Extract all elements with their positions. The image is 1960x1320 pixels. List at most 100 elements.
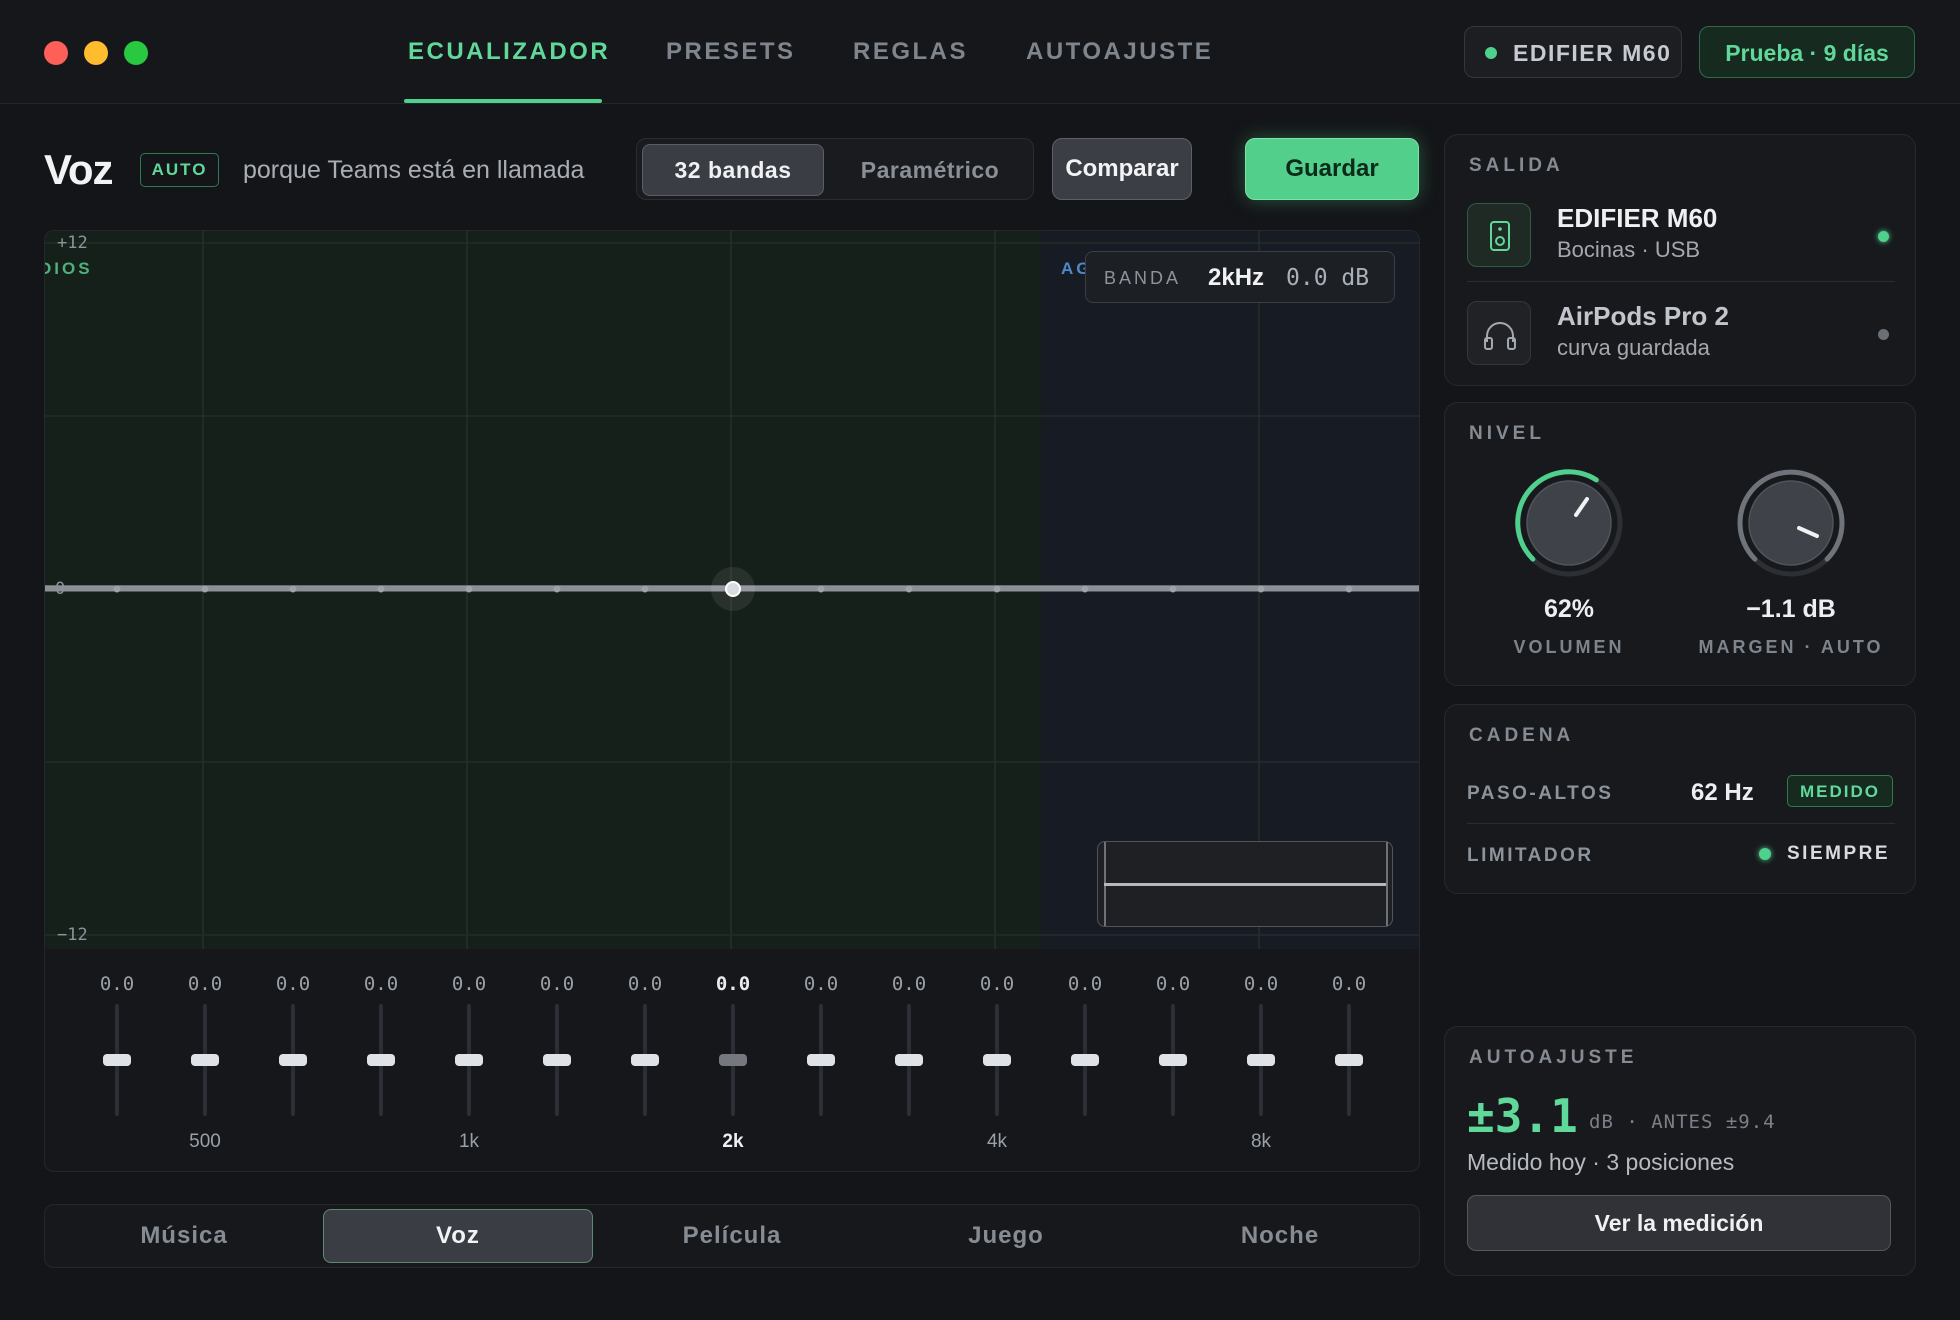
band-slider-thumb[interactable] [455, 1054, 483, 1066]
output-device-sub: curva guardada [1557, 335, 1710, 360]
band-slider[interactable]: 0.0 [1319, 949, 1379, 1171]
band-slider[interactable]: 0.0 [1143, 949, 1203, 1171]
band-slider-thumb[interactable] [191, 1054, 219, 1066]
band-slider[interactable]: 0.0 [615, 949, 675, 1171]
highpass-value[interactable]: 62 Hz [1691, 779, 1754, 807]
band-gain-value: 0.0 [715, 973, 751, 995]
band-slider[interactable]: 0.0 [527, 949, 587, 1171]
mode-parametric-button[interactable]: Paramétrico [832, 144, 1028, 196]
band-gain-value: 0.0 [1243, 973, 1279, 995]
volume-knob [1515, 469, 1623, 577]
band-slider[interactable]: 0.0 8k [1231, 949, 1291, 1171]
band-slider[interactable]: 0.0 4k [967, 949, 1027, 1171]
band-slider[interactable]: 0.0 [791, 949, 851, 1171]
maximize-window-button[interactable] [124, 41, 148, 65]
margin-knob [1737, 469, 1845, 577]
limiter-label: LIMITADOR [1467, 845, 1594, 866]
band-gain-value: 0.0 [275, 973, 311, 995]
band-gain-value: 0.0 [451, 973, 487, 995]
band-slider-thumb[interactable] [631, 1054, 659, 1066]
band-slider[interactable]: 0.0 2k [703, 949, 763, 1171]
preset-pelicula-button[interactable]: Película [597, 1209, 867, 1263]
output-device-pill[interactable]: EDIFIER M60 [1464, 26, 1682, 78]
band-readout-gain: 0.0 dB [1286, 265, 1370, 291]
preset-voz-button[interactable]: Voz [323, 1209, 593, 1263]
output-device-name: EDIFIER M60 [1557, 203, 1718, 233]
output-divider [1467, 281, 1895, 282]
auto-reason: porque Teams está en llamada [243, 156, 585, 184]
autotune-value: ±3.1 [1467, 1089, 1578, 1143]
preset-title: Voz [44, 146, 114, 193]
preset-musica-button[interactable]: Música [49, 1209, 319, 1263]
active-tab-indicator [404, 99, 602, 103]
band-slider-thumb[interactable] [279, 1054, 307, 1066]
close-window-button[interactable] [44, 41, 68, 65]
band-node [905, 585, 913, 593]
limiter-status-dot [1759, 848, 1771, 860]
margin-label: MARGEN · AUTO [1698, 637, 1884, 657]
band-sliders: 0.0 0.0 500 0.0 0.0 0.0 1k 0.0 0.0 0.0 2k 0.0 0.0 0.0… [45, 949, 1419, 1171]
band-node [1345, 585, 1353, 593]
tab-ecualizador[interactable]: ECUALIZADOR [408, 38, 610, 66]
band-slider-thumb[interactable] [983, 1054, 1011, 1066]
save-button[interactable]: Guardar [1245, 138, 1419, 200]
band-node [1169, 585, 1177, 593]
band-slider-thumb[interactable] [1335, 1054, 1363, 1066]
band-slider-thumb[interactable] [1071, 1054, 1099, 1066]
volume-value: 62% [1543, 595, 1595, 623]
measured-badge: MEDIDO [1787, 775, 1893, 807]
band-slider-thumb[interactable] [1159, 1054, 1187, 1066]
band-readout: BANDA 2kHz 0.0 dB [1085, 251, 1395, 303]
output-device-edifier[interactable]: EDIFIER M60 Bocinas · USB [1467, 197, 1895, 273]
level-card-title: NIVEL [1469, 423, 1545, 444]
tab-reglas[interactable]: REGLAS [853, 38, 968, 66]
band-slider[interactable]: 0.0 500 [175, 949, 235, 1171]
trial-badge[interactable]: Prueba · 9 días [1699, 26, 1915, 78]
band-node [289, 585, 297, 593]
band-slider[interactable]: 0.0 [263, 949, 323, 1171]
band-slider-thumb[interactable] [367, 1054, 395, 1066]
band-slider-thumb[interactable] [1247, 1054, 1275, 1066]
output-device-airpods[interactable]: AirPods Pro 2 curva guardada [1467, 295, 1895, 371]
preset-noche-button[interactable]: Noche [1145, 1209, 1415, 1263]
volume-label: VOLUMEN [1513, 637, 1625, 657]
trial-label: Prueba · 9 días [1725, 40, 1889, 66]
tab-autoajuste[interactable]: AUTOAJUSTE [1026, 38, 1213, 66]
band-slider[interactable]: 0.0 1k [439, 949, 499, 1171]
view-measurement-button[interactable]: Ver la medición [1467, 1195, 1891, 1251]
band-node [553, 585, 561, 593]
band-freq-label: 500 [189, 1131, 221, 1152]
preset-selector: Música Voz Película Juego Noche [44, 1204, 1420, 1268]
band-slider[interactable]: 0.0 [879, 949, 939, 1171]
inactive-device-dot [1878, 329, 1889, 340]
band-slider-thumb[interactable] [719, 1054, 747, 1066]
auto-badge: AUTO [140, 153, 219, 187]
overview-minimap[interactable] [1097, 841, 1393, 927]
band-slider[interactable]: 0.0 [87, 949, 147, 1171]
band-node [465, 585, 473, 593]
minimize-window-button[interactable] [84, 41, 108, 65]
compare-button[interactable]: Comparar [1052, 138, 1192, 200]
chain-card-title: CADENA [1469, 725, 1575, 746]
tab-presets[interactable]: PRESETS [666, 38, 796, 66]
band-slider-thumb[interactable] [103, 1054, 131, 1066]
device-status-dot [1485, 47, 1497, 59]
band-slider[interactable]: 0.0 [1055, 949, 1115, 1171]
band-freq-label: 8k [1250, 1131, 1272, 1152]
band-slider[interactable]: 0.0 [351, 949, 411, 1171]
band-slider-thumb[interactable] [895, 1054, 923, 1066]
limiter-value[interactable]: SIEMPRE [1787, 843, 1890, 865]
band-slider-thumb[interactable] [543, 1054, 571, 1066]
selected-band-node [725, 581, 741, 597]
preset-juego-button[interactable]: Juego [871, 1209, 1141, 1263]
band-node [1081, 585, 1089, 593]
zone-left-label: DIOS [44, 259, 93, 278]
mode-32-bands-button[interactable]: 32 bandas [642, 144, 824, 196]
band-node [201, 585, 209, 593]
band-readout-key: BANDA [1104, 268, 1182, 288]
autotune-card-title: AUTOAJUSTE [1469, 1047, 1638, 1068]
band-slider-thumb[interactable] [807, 1054, 835, 1066]
band-gain-value: 0.0 [539, 973, 575, 995]
eq-curve-graph[interactable]: +12 0 −12 DIOS AG BANDA 2kHz 0.0 dB [44, 231, 1419, 949]
autotune-unit: dB · ANTES ±9.4 [1589, 1111, 1776, 1133]
